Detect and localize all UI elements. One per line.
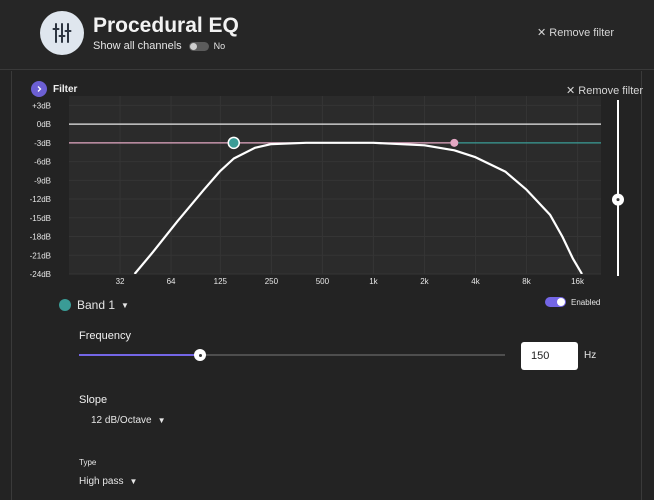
band-color-dot bbox=[59, 299, 71, 311]
chart-y-tick-label: -3dB bbox=[34, 139, 51, 148]
chart-band-handle[interactable] bbox=[227, 136, 241, 150]
filter-label: Filter bbox=[53, 83, 78, 95]
header: Procedural EQ Show all channels No ✕ Rem… bbox=[0, 0, 654, 70]
slope-dropdown[interactable]: 12 dB/Octave ▼ bbox=[91, 415, 166, 426]
type-label: Type bbox=[79, 458, 97, 467]
chart-x-tick-label: 16k bbox=[571, 277, 585, 286]
frequency-unit: Hz bbox=[584, 350, 597, 361]
chart-band-handle[interactable] bbox=[450, 138, 459, 147]
chart-x-tick-label: 8k bbox=[522, 277, 531, 286]
type-dropdown[interactable]: High pass ▼ bbox=[79, 476, 137, 487]
chart-x-tick-label: 4k bbox=[471, 277, 480, 286]
show-all-channels-value: No bbox=[213, 41, 226, 51]
chart-y-tick-label: -21dB bbox=[30, 251, 51, 260]
show-all-channels-label: Show all channels bbox=[93, 40, 182, 52]
page-title: Procedural EQ bbox=[93, 14, 239, 37]
frequency-slider-fill bbox=[79, 354, 201, 356]
band-selector[interactable]: Band 1 ▼ bbox=[59, 298, 129, 312]
chart-y-tick-label: -24dB bbox=[30, 270, 51, 279]
chart-y-tick-label: +3dB bbox=[32, 101, 51, 110]
band-enabled-toggle[interactable] bbox=[545, 297, 566, 307]
frequency-input[interactable] bbox=[521, 342, 578, 370]
chart-y-tick-label: -6dB bbox=[34, 158, 51, 167]
chevron-down-icon: ▼ bbox=[157, 416, 166, 425]
chart-y-tick-label: -15dB bbox=[30, 214, 51, 223]
chevron-down-icon: ▼ bbox=[121, 300, 129, 310]
slope-label: Slope bbox=[79, 394, 108, 406]
chart-x-tick-label: 64 bbox=[167, 277, 176, 286]
chevron-right-icon[interactable] bbox=[31, 81, 47, 97]
frequency-label: Frequency bbox=[79, 330, 131, 342]
band-enabled-label: Enabled bbox=[571, 297, 601, 307]
chart-x-tick-label: 250 bbox=[265, 277, 279, 286]
chart-x-tick-label: 32 bbox=[116, 277, 125, 286]
equalizer-icon bbox=[40, 11, 84, 55]
chevron-down-icon: ▼ bbox=[129, 477, 138, 486]
chart-x-tick-label: 1k bbox=[369, 277, 378, 286]
close-icon: ✕ bbox=[537, 27, 547, 39]
remove-filter-label: Remove filter bbox=[549, 27, 615, 39]
frequency-slider[interactable] bbox=[79, 349, 505, 361]
type-value: High pass bbox=[79, 476, 124, 487]
gain-slider-thumb-dot bbox=[616, 198, 620, 202]
chart-x-tick-label: 2k bbox=[420, 277, 429, 286]
chart-x-tick-label: 500 bbox=[316, 277, 330, 286]
remove-filter-button-header[interactable]: ✕ Remove filter bbox=[537, 26, 614, 39]
panel-border-right bbox=[641, 71, 642, 500]
eq-response-chart[interactable]: +3dB 0dB -3dB -6dB -9dB -12dB -15dB -18dB -21dB -… bbox=[29, 96, 601, 286]
chart-y-tick-label: -9dB bbox=[34, 176, 51, 185]
slope-value: 12 dB/Octave bbox=[91, 415, 152, 426]
band-enabled: Enabled bbox=[545, 297, 600, 307]
chart-y-tick-label: -12dB bbox=[30, 195, 51, 204]
show-all-channels-toggle[interactable] bbox=[188, 41, 209, 51]
show-all-channels: Show all channels No bbox=[93, 40, 225, 52]
frequency-slider-thumb[interactable] bbox=[194, 349, 207, 361]
chart-x-tick-label: 125 bbox=[214, 277, 228, 286]
gain-slider[interactable] bbox=[610, 96, 626, 280]
chart-y-tick-label: 0dB bbox=[37, 120, 51, 129]
band-name: Band 1 bbox=[77, 298, 116, 312]
filter-section-header[interactable]: Filter bbox=[31, 81, 77, 97]
panel-border-left bbox=[11, 71, 12, 500]
chart-y-tick-label: -18dB bbox=[30, 233, 51, 242]
